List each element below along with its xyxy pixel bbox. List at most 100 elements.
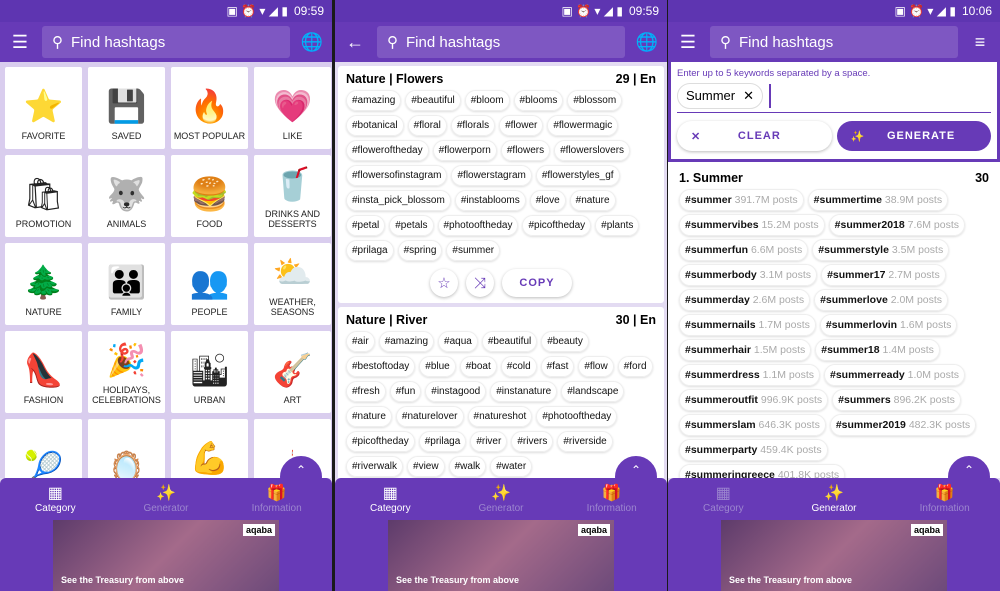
- category-tile[interactable]: 🥤 DRINKS AND DESSERTS: [254, 155, 331, 237]
- category-tile[interactable]: ⛅ WEATHER, SEASONS: [254, 243, 331, 325]
- hashtag-chip[interactable]: #walk: [448, 456, 487, 477]
- hashtag-chip[interactable]: #boat: [459, 356, 497, 377]
- nav-tab-category[interactable]: ▦ Category: [678, 478, 768, 518]
- hashtag-chip[interactable]: #nature: [346, 406, 392, 427]
- hashtag-chip[interactable]: #river: [470, 431, 508, 452]
- hashtag-chip[interactable]: #ford: [617, 356, 653, 377]
- search-input[interactable]: ⚲ Find hashtags: [377, 26, 625, 58]
- hashtag-result-chip[interactable]: #summervibes 15.2M posts: [679, 214, 825, 236]
- hashtag-chip[interactable]: #floweroftheday: [346, 140, 429, 161]
- hashtag-chip[interactable]: #instanature: [490, 381, 558, 402]
- hashtag-chip[interactable]: #instablooms: [454, 190, 526, 211]
- hashtag-chip[interactable]: #picoftheday: [346, 431, 415, 452]
- category-tile[interactable]: 👪 FAMILY: [88, 243, 165, 325]
- hashtag-chip[interactable]: #prilaga: [346, 240, 394, 261]
- search-input[interactable]: ⚲ Find hashtags: [710, 26, 958, 58]
- menu-icon[interactable]: ☰: [676, 32, 700, 53]
- hashtag-chip[interactable]: #flow: [578, 356, 614, 377]
- hashtag-chip[interactable]: #beautiful: [481, 331, 538, 352]
- back-arrow-icon[interactable]: ←: [343, 32, 367, 53]
- nav-tab-category[interactable]: ▦ Category: [10, 478, 100, 518]
- hashtag-chip[interactable]: #plants: [595, 215, 640, 236]
- hashtag-result-chip[interactable]: #summer2018 7.6M posts: [828, 214, 966, 236]
- hashtag-chip[interactable]: #prilaga: [418, 431, 467, 452]
- globe-icon[interactable]: 🌐: [635, 32, 659, 53]
- hashtag-chip[interactable]: #instagood: [425, 381, 487, 402]
- hashtag-chip[interactable]: #insta_pick_blossom: [346, 190, 451, 211]
- hashtag-chip[interactable]: #amazing: [378, 331, 435, 352]
- hashtag-chip[interactable]: #beautiful: [405, 90, 461, 111]
- hashtag-result-chip[interactable]: #summer17 2.7M posts: [821, 264, 946, 286]
- hashtag-result-chip[interactable]: #summerlove 2.0M posts: [814, 289, 949, 311]
- hashtag-chip[interactable]: #petals: [389, 215, 434, 236]
- ad-banner[interactable]: aqaba See the Treasury from above: [721, 520, 947, 591]
- ad-banner[interactable]: aqaba See the Treasury from above: [388, 520, 614, 591]
- hashtag-chip[interactable]: #flowerporn: [432, 140, 497, 161]
- hashtag-chip[interactable]: #love: [529, 190, 566, 211]
- nav-tab-information[interactable]: 🎁 Information: [232, 478, 322, 518]
- hashtag-chip[interactable]: #riverside: [557, 431, 613, 452]
- category-tile[interactable]: 🏙 URBAN: [171, 331, 248, 413]
- hashtag-chip[interactable]: #natureshot: [467, 406, 533, 427]
- hashtag-chip[interactable]: #aqua: [438, 331, 478, 352]
- hashtag-chip[interactable]: #riverwalk: [346, 456, 404, 477]
- hashtag-result-chip[interactable]: #summer2019 482.3K posts: [829, 414, 977, 436]
- category-tile[interactable]: 🔥 MOST POPULAR: [171, 67, 248, 149]
- remove-keyword-icon[interactable]: ✕: [743, 88, 754, 104]
- favorite-star-icon[interactable]: ☆: [430, 269, 458, 297]
- hashtag-chip[interactable]: #water: [490, 456, 533, 477]
- hashtag-chip[interactable]: #view: [407, 456, 445, 477]
- category-tile[interactable]: 🍔 FOOD: [171, 155, 248, 237]
- hashtag-chip[interactable]: #blue: [419, 356, 456, 377]
- category-tile[interactable]: ⭐ FAVORITE: [5, 67, 82, 149]
- hashtag-result-chip[interactable]: #summer18 1.4M posts: [815, 339, 940, 361]
- hashtag-chip[interactable]: #floral: [407, 115, 447, 136]
- hashtag-chip[interactable]: #florals: [450, 115, 496, 136]
- hashtag-chip[interactable]: #beauty: [541, 331, 589, 352]
- hashtag-chip[interactable]: #cold: [500, 356, 537, 377]
- ad-banner[interactable]: aqaba See the Treasury from above: [53, 520, 279, 591]
- hashtag-chip[interactable]: #air: [346, 331, 375, 352]
- hashtag-chip[interactable]: #photooftheday: [536, 406, 618, 427]
- hashtag-result-chip[interactable]: #summerlovin 1.6M posts: [819, 314, 958, 336]
- hashtag-chip[interactable]: #picoftheday: [522, 215, 592, 236]
- hashtag-result-chip[interactable]: #summeroutfit 996.9K posts: [679, 389, 829, 411]
- category-tile[interactable]: 💪HEALTHY: [171, 419, 248, 478]
- hashtag-chip[interactable]: #photooftheday: [437, 215, 519, 236]
- hashtag-chip[interactable]: #amazing: [346, 90, 402, 111]
- category-tile[interactable]: 🌲 NATURE: [5, 243, 82, 325]
- hashtag-chip[interactable]: #rivers: [511, 431, 554, 452]
- shuffle-icon[interactable]: ⤨: [466, 269, 494, 297]
- hashtag-chip[interactable]: #landscape: [561, 381, 625, 402]
- category-tile[interactable]: 👥 PEOPLE: [171, 243, 248, 325]
- hashtag-result-chip[interactable]: #summerready 1.0M posts: [824, 364, 965, 386]
- category-tile[interactable]: 🎾: [5, 419, 82, 478]
- hashtag-chip[interactable]: #flowermagic: [547, 115, 619, 136]
- hashtag-chip[interactable]: #petal: [346, 215, 386, 236]
- category-tile[interactable]: 🐺 ANIMALS: [88, 155, 165, 237]
- hashtag-chip[interactable]: #botanical: [346, 115, 404, 136]
- hashtag-chip[interactable]: #bloom: [464, 90, 510, 111]
- category-tile[interactable]: 💾 SAVED: [88, 67, 165, 149]
- search-input[interactable]: ⚲ Find hashtags: [42, 26, 290, 58]
- hashtag-chip[interactable]: #fresh: [346, 381, 386, 402]
- generate-button[interactable]: ✨ GENERATE: [836, 121, 991, 151]
- category-tile[interactable]: 💗 LIKE: [254, 67, 331, 149]
- hashtag-chip[interactable]: #naturelover: [395, 406, 464, 427]
- hashtag-result-chip[interactable]: #summerslam 646.3K posts: [679, 414, 826, 436]
- hashtag-chip[interactable]: #flowerslovers: [554, 140, 631, 161]
- hashtag-result-chip[interactable]: #summerhair 1.5M posts: [679, 339, 812, 361]
- category-tile[interactable]: 🛍 PROMOTION: [5, 155, 82, 237]
- keyword-input[interactable]: Summer ✕: [677, 83, 991, 113]
- nav-tab-generator[interactable]: ✨ Generator: [121, 478, 211, 518]
- copy-button[interactable]: COPY: [502, 269, 572, 297]
- filter-icon[interactable]: ≡: [968, 32, 992, 53]
- globe-icon[interactable]: 🌐: [300, 32, 324, 53]
- hashtag-chip[interactable]: #flowerstagram: [451, 165, 532, 186]
- hashtag-result-chip[interactable]: #summers 896.2K posts: [832, 389, 961, 411]
- hashtag-result-chip[interactable]: #summeringreece 401.8K posts: [679, 464, 846, 478]
- category-tile[interactable]: 👠 FASHION: [5, 331, 82, 413]
- hashtag-chip[interactable]: #summer: [446, 240, 501, 261]
- hashtag-chip[interactable]: #fast: [540, 356, 575, 377]
- hashtag-result-chip[interactable]: #summerbody 3.1M posts: [679, 264, 818, 286]
